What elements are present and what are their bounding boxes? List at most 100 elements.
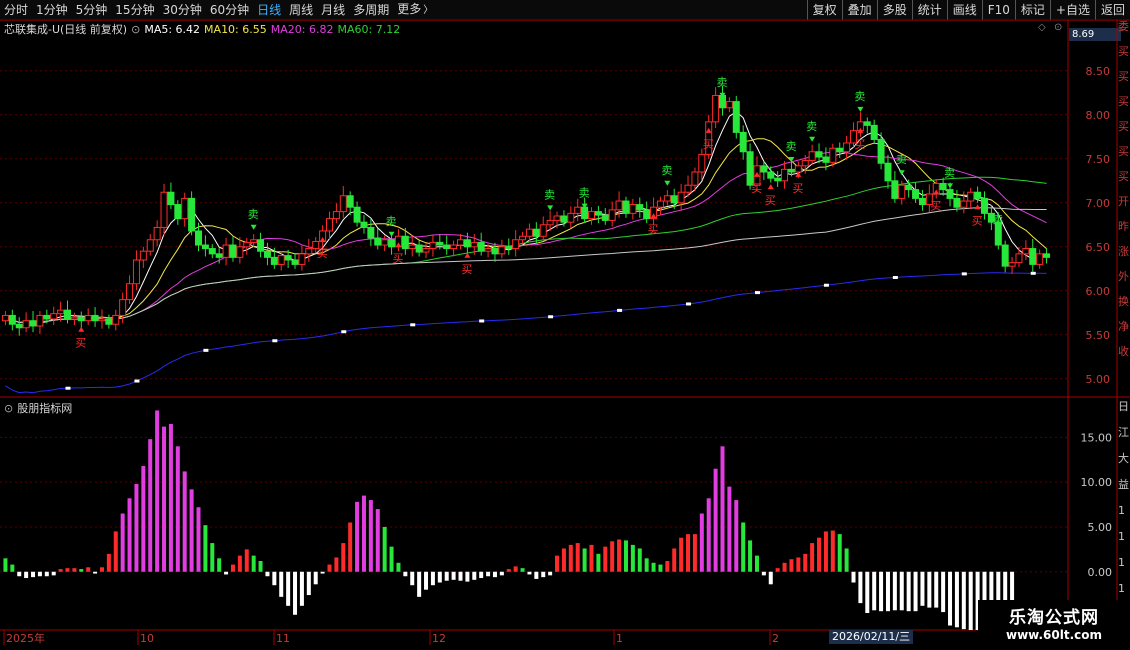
- candle-down: [1001, 244, 1009, 267]
- indicator-bar: [368, 500, 373, 572]
- candle-up: [856, 121, 864, 132]
- buy-arrow-icon: [974, 204, 981, 210]
- tab-3[interactable]: 15分钟: [111, 0, 158, 20]
- indicator-bar: [913, 571, 918, 612]
- candle-up: [898, 184, 906, 199]
- candle-down: [891, 180, 899, 199]
- candle-up: [1022, 248, 1030, 255]
- toolbar-button-5[interactable]: F10: [981, 0, 1015, 20]
- tab-0[interactable]: 分时: [0, 0, 32, 20]
- side-indicator-label-5: 1: [1118, 530, 1125, 543]
- tab-5[interactable]: 60分钟: [206, 0, 253, 20]
- indicator-bar: [361, 495, 366, 572]
- candle-up: [967, 191, 975, 202]
- candle-up: [684, 184, 692, 193]
- sell-signal-label: 卖: [944, 166, 955, 179]
- toolbar-button-0[interactable]: 复权: [806, 0, 842, 20]
- buy-arrow-icon: [319, 236, 326, 242]
- toolbar-button-2[interactable]: 多股: [876, 0, 912, 20]
- side-label-6: 买: [1118, 170, 1129, 183]
- stock-title[interactable]: 芯联集成-U(日线 前复权): [4, 21, 127, 37]
- candle-down: [491, 248, 499, 255]
- indicator-bar: [293, 571, 298, 615]
- candle-down: [774, 177, 782, 182]
- indicator-bar: [168, 423, 173, 572]
- indicator-bar: [24, 571, 29, 579]
- indicator-bar: [486, 571, 491, 577]
- ma10-line: [5, 138, 1047, 324]
- candle-up: [801, 160, 809, 167]
- indicator-bar: [934, 571, 939, 608]
- toolbar-button-7[interactable]: +自选: [1049, 0, 1095, 20]
- tab-2[interactable]: 5分钟: [72, 0, 112, 20]
- toolbar-buttons: 复权 叠加 多股 统计 画线 F10 标记 +自选 返回: [806, 0, 1130, 20]
- indicator-bar: [823, 531, 828, 572]
- indicator-bar: [203, 525, 208, 572]
- indicator-bar: [665, 561, 670, 572]
- ma-settings-icon[interactable]: ⊙: [131, 23, 140, 36]
- indicator-bar: [768, 571, 773, 585]
- tab-9[interactable]: 多周期: [349, 0, 393, 20]
- candle-up: [1008, 262, 1016, 267]
- sell-arrow-icon: [788, 157, 795, 162]
- toolbar-button-3[interactable]: 统计: [911, 0, 947, 20]
- indicator-bar: [520, 568, 525, 572]
- indicator-bar: [720, 446, 725, 572]
- indicator-bar: [858, 571, 863, 604]
- stock-chart[interactable]: 买买 买买买买买买买买买买卖卖卖 卖卖卖卖卖卖卖卖卖 5.005.506.006.5…: [0, 0, 1130, 650]
- candle-down: [822, 156, 830, 163]
- settings-icon[interactable]: ⊙: [1054, 22, 1062, 33]
- candle-up: [277, 255, 285, 265]
- candle-down: [195, 230, 202, 246]
- side-label-1: 买: [1118, 45, 1129, 58]
- indicator-bar: [699, 513, 704, 572]
- candle-up: [525, 228, 533, 237]
- indicator-bar: [741, 522, 746, 572]
- tab-7[interactable]: 周线: [285, 0, 317, 20]
- buy-arrow-icon: [395, 242, 402, 248]
- indicator-bar: [596, 553, 601, 572]
- side-indicator-label-1: 江: [1118, 426, 1129, 439]
- tab-8[interactable]: 月线: [317, 0, 349, 20]
- buy-signal-label: 买: [972, 214, 983, 227]
- tab-10[interactable]: 更多〉: [393, 0, 437, 21]
- buy-signal-label: 买: [930, 199, 941, 212]
- indicator-bar: [65, 568, 70, 572]
- indicator-settings-icon[interactable]: ⊙: [4, 402, 13, 415]
- indicator-bar: [513, 566, 518, 572]
- cursor-date-tag: 2026/02/11/三: [829, 630, 914, 644]
- sell-arrow-icon: [664, 180, 671, 186]
- ma250-marker: [1030, 271, 1036, 275]
- price-tick-label: 7.50: [1086, 153, 1111, 166]
- toolbar-button-6[interactable]: 标记: [1014, 0, 1050, 20]
- indicator-bar: [899, 571, 904, 611]
- candle-down: [953, 197, 961, 208]
- candle-up: [808, 151, 816, 162]
- side-label-12: 净: [1118, 320, 1129, 333]
- candle-down: [91, 314, 99, 322]
- candle-down: [532, 228, 540, 237]
- candle-down: [594, 211, 602, 216]
- indicator-bar: [568, 544, 573, 572]
- toolbar-button-4[interactable]: 画线: [946, 0, 982, 20]
- diamond-icon[interactable]: ◇: [1038, 22, 1046, 33]
- indicator-bar: [527, 571, 532, 575]
- tab-6[interactable]: 日线: [253, 0, 285, 20]
- sell-signal-label: 卖: [386, 215, 397, 228]
- indicator-title[interactable]: 股朋指标网: [17, 400, 72, 416]
- candle-down: [477, 241, 485, 252]
- toolbar-button-1[interactable]: 叠加: [841, 0, 877, 20]
- ma20-value: MA20: 6.82: [270, 22, 334, 36]
- buy-signal-label: 买: [765, 194, 776, 207]
- candle-up: [553, 215, 561, 221]
- indicator-bar: [141, 466, 146, 572]
- buy-signal-label: 买: [461, 263, 472, 276]
- candle-down: [905, 184, 913, 191]
- tab-4[interactable]: 30分钟: [159, 0, 206, 20]
- candle-up: [498, 246, 506, 255]
- indicator-bar: [499, 571, 504, 576]
- toolbar-button-8[interactable]: 返回: [1094, 0, 1130, 20]
- candle-down: [884, 162, 892, 182]
- tab-1[interactable]: 1分钟: [32, 0, 72, 20]
- top-toolbar: 分时 1分钟 5分钟 15分钟 30分钟 60分钟 日线 周线 月线 多周期 更多〉 复权 叠加 多股统…: [0, 0, 1130, 21]
